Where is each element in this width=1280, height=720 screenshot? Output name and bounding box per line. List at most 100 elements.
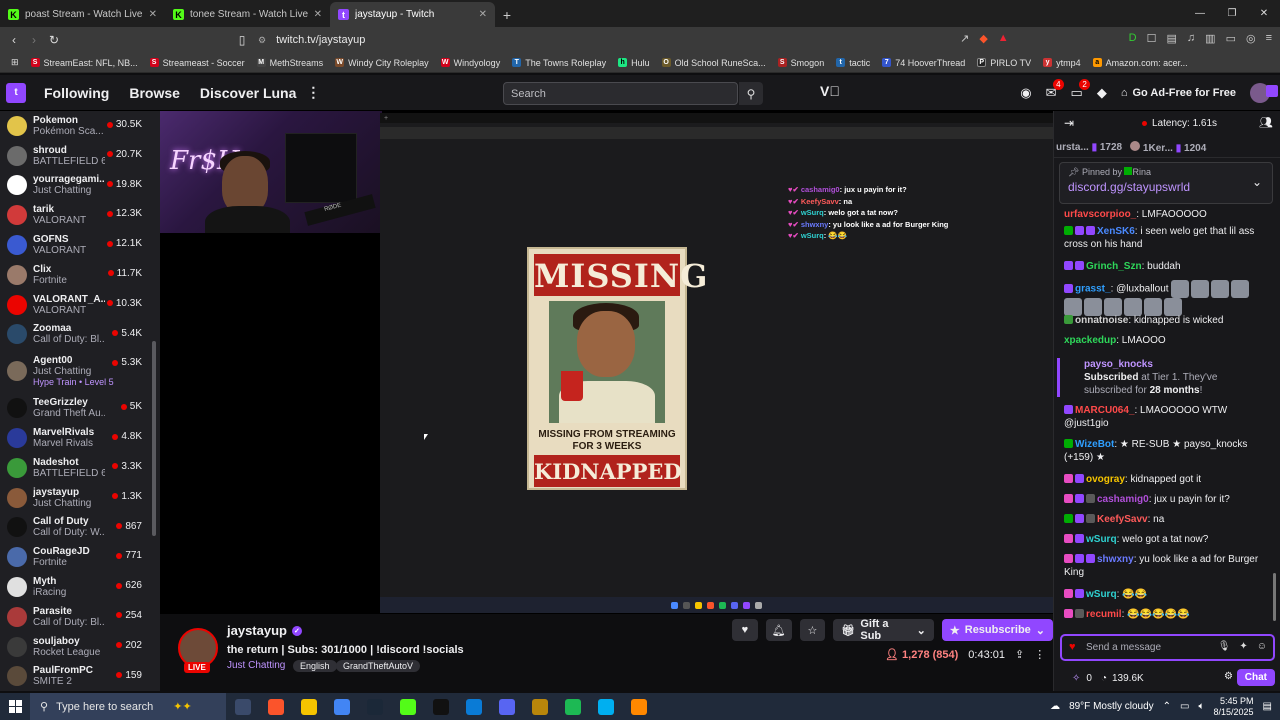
- browser-tab-0[interactable]: K poast Stream - Watch Live on Kick ✕: [0, 2, 165, 27]
- inbox-icon[interactable]: ▭ 2: [1071, 79, 1090, 101]
- sidebar-channel[interactable]: souljaboy Rocket League 202: [0, 632, 160, 662]
- prime-crown-icon[interactable]: ◉: [1020, 85, 1031, 101]
- bookmark-item[interactable]: M MethStreams: [252, 58, 329, 68]
- sidebar-channel[interactable]: Myth iRacing 626: [0, 572, 160, 602]
- chat-message[interactable]: urfavscorpioo_: LMFAOOOOO: [1064, 208, 1269, 221]
- browser-tab-2[interactable]: t jaystayup - Twitch ✕: [330, 2, 495, 27]
- sidebar-channel[interactable]: PaulFromPC SMITE 2 159: [0, 662, 160, 691]
- taskbar-app[interactable]: [556, 698, 589, 715]
- chat-username[interactable]: wSurq: [1086, 534, 1117, 545]
- chat-send-button[interactable]: Chat: [1236, 669, 1275, 686]
- star-icon[interactable]: ☆: [799, 619, 826, 641]
- emote-picker-icon[interactable]: ☺: [1257, 641, 1267, 652]
- bookmark-item[interactable]: 7 74 HooverThread: [877, 58, 970, 68]
- chat-message[interactable]: WizeBot: ★ RE-SUB ★ payso_knocks (+159) …: [1064, 438, 1269, 464]
- weather-text[interactable]: 89°F Mostly cloudy: [1069, 701, 1154, 712]
- heart-emote-icon[interactable]: ♥: [1069, 641, 1076, 653]
- sidebar-channel[interactable]: GOFNS VALORANT 12.1K: [0, 230, 160, 260]
- bookmark-item[interactable]: W Windy City Roleplay: [330, 58, 434, 68]
- close-tab-icon[interactable]: ✕: [479, 9, 487, 20]
- media-icon[interactable]: ♫: [1187, 32, 1195, 45]
- chat-username[interactable]: MARCU064_: [1075, 405, 1134, 416]
- search-icon[interactable]: ⚲: [739, 82, 763, 105]
- weather-icon[interactable]: ☁: [1050, 701, 1060, 712]
- pinned-link[interactable]: discord.gg/stayupswrld: [1068, 180, 1264, 194]
- collapse-chat-icon[interactable]: ⇥: [1064, 116, 1074, 130]
- reload-icon[interactable]: ↻: [44, 33, 64, 47]
- bookmark-item[interactable]: P PIRLO TV: [972, 58, 1036, 68]
- chat-username[interactable]: urfavscorpioo_: [1064, 209, 1136, 220]
- chat-username[interactable]: grasst_: [1075, 284, 1111, 295]
- chat-message[interactable]: shwxny: yu look like a ad for Burger Kin…: [1064, 553, 1269, 579]
- tag-gta[interactable]: GrandTheftAutoV: [336, 660, 421, 672]
- chat-username[interactable]: WizeBot: [1075, 439, 1114, 450]
- extension-icon[interactable]: ▤: [1167, 32, 1177, 45]
- bits-icon[interactable]: ◆: [1097, 85, 1107, 101]
- tray-overflow-icon[interactable]: ⌃: [1163, 701, 1171, 712]
- sidebar-scrollbar[interactable]: [152, 341, 156, 536]
- site-info-icon[interactable]: ⚙: [258, 35, 266, 46]
- sidebar-channel[interactable]: Zoomaa Call of Duty: Bl... 5.4K: [0, 320, 160, 350]
- sub-user[interactable]: payso_knocks: [1084, 358, 1262, 371]
- bookmark-item[interactable]: h Hulu: [613, 58, 655, 68]
- taskbar-app[interactable]: [622, 698, 655, 715]
- chat-username[interactable]: ovogray: [1086, 474, 1125, 485]
- chat-username[interactable]: cashamig0: [1097, 494, 1149, 505]
- video-player[interactable]: Fr$H RØDE + ♥✔ cashamig0: jux u payin fo…: [160, 111, 1053, 614]
- sidebar-channel[interactable]: VALORANT_A... VALORANT 10.3K: [0, 290, 160, 320]
- extension-icon[interactable]: D: [1129, 32, 1137, 45]
- streamer-name[interactable]: jaystayup ✓: [227, 623, 302, 638]
- more-options-icon[interactable]: ⋮: [306, 84, 320, 101]
- sidebar-channel[interactable]: Call of Duty Call of Duty: W... 867: [0, 513, 160, 543]
- chat-username[interactable]: XenSK6: [1097, 226, 1135, 237]
- chat-message[interactable]: Grinch_Szn: buddah: [1064, 260, 1269, 273]
- vpn-icon[interactable]: ◎: [1246, 32, 1256, 45]
- new-tab-icon[interactable]: +: [495, 2, 519, 27]
- chat-username[interactable]: shwxny: [1097, 554, 1134, 565]
- sidebar-channel[interactable]: TeeGrizzley Grand Theft Au... 5K: [0, 393, 160, 423]
- sidebar-icon[interactable]: ▥: [1205, 32, 1215, 45]
- nav-following[interactable]: Following: [44, 85, 109, 101]
- taskbar-app[interactable]: [424, 698, 457, 715]
- nav-browse[interactable]: Browse: [129, 85, 180, 101]
- taskbar-app[interactable]: [523, 698, 556, 715]
- network-icon[interactable]: ▭: [1180, 701, 1189, 712]
- close-tab-icon[interactable]: ✕: [314, 9, 322, 20]
- sidebar-channel[interactable]: MarvelRivals Marvel Rivals 4.8K: [0, 423, 160, 453]
- chat-username[interactable]: recumil: [1086, 609, 1122, 620]
- chat-username[interactable]: onnatnoise: [1075, 315, 1128, 326]
- brave-rewards-icon[interactable]: ▲: [998, 32, 1009, 45]
- taskbar-app[interactable]: [490, 698, 523, 715]
- chat-message[interactable]: MARCU064_: LMAOOOOO WTW @just1gio: [1064, 404, 1269, 430]
- bookmark-item[interactable]: O Old School RuneSca...: [657, 58, 771, 68]
- taskbar-search[interactable]: ⚲ Type here to search ✦✦: [30, 693, 226, 720]
- chat-message[interactable]: XenSK6: i seen welo get that lil ass cro…: [1064, 225, 1269, 251]
- channel-points-icon[interactable]: ◔: [1101, 673, 1107, 684]
- bookmark-item[interactable]: t tactic: [831, 58, 875, 68]
- follow-heart-icon[interactable]: ♥: [732, 619, 758, 641]
- chat-username[interactable]: Grinch_Szn: [1086, 261, 1142, 272]
- wallet-icon[interactable]: ▭: [1226, 32, 1236, 45]
- close-tab-icon[interactable]: ✕: [149, 9, 157, 20]
- bookmark-item[interactable]: T The Towns Roleplay: [507, 58, 611, 68]
- more-options-icon[interactable]: ⋮: [1034, 648, 1045, 661]
- taskbar-app[interactable]: [358, 698, 391, 715]
- sidebar-channel[interactable]: yourragegami... Just Chatting 19.8K: [0, 171, 160, 201]
- chat-message[interactable]: onnatnoise: kidnapped is wicked: [1064, 314, 1269, 327]
- notifications-icon[interactable]: ✉ 4: [1046, 79, 1064, 101]
- go-ad-free-button[interactable]: ⌂ Go Ad-Free for Free: [1121, 87, 1236, 99]
- browser-tab-1[interactable]: K tonee Stream - Watch Live on Kick ✕: [165, 2, 330, 27]
- chat-message[interactable]: wSurq: 😂😂: [1064, 588, 1269, 601]
- sidebar-channel[interactable]: jaystayup Just Chatting 1.3K: [0, 483, 160, 513]
- chat-message[interactable]: wSurq: welo got a tat now?: [1064, 533, 1269, 546]
- sidebar-channel[interactable]: Clix Fortnite 11.7K: [0, 260, 160, 290]
- close-window-icon[interactable]: ✕: [1248, 0, 1280, 27]
- sidebar-channel[interactable]: Agent00 Just Chatting Hype Train • Level 5…: [0, 349, 160, 393]
- taskbar-app[interactable]: [226, 698, 259, 715]
- notifications-icon[interactable]: ▤: [1263, 701, 1272, 712]
- bookmark-item[interactable]: y ytmp4: [1038, 58, 1086, 68]
- taskbar-app[interactable]: [457, 698, 490, 715]
- twitch-logo-icon[interactable]: t: [6, 82, 26, 103]
- sidebar-channel[interactable]: CouRageJD Fortnite 771: [0, 542, 160, 572]
- clock[interactable]: 5:45 PM 8/15/2025: [1214, 696, 1254, 718]
